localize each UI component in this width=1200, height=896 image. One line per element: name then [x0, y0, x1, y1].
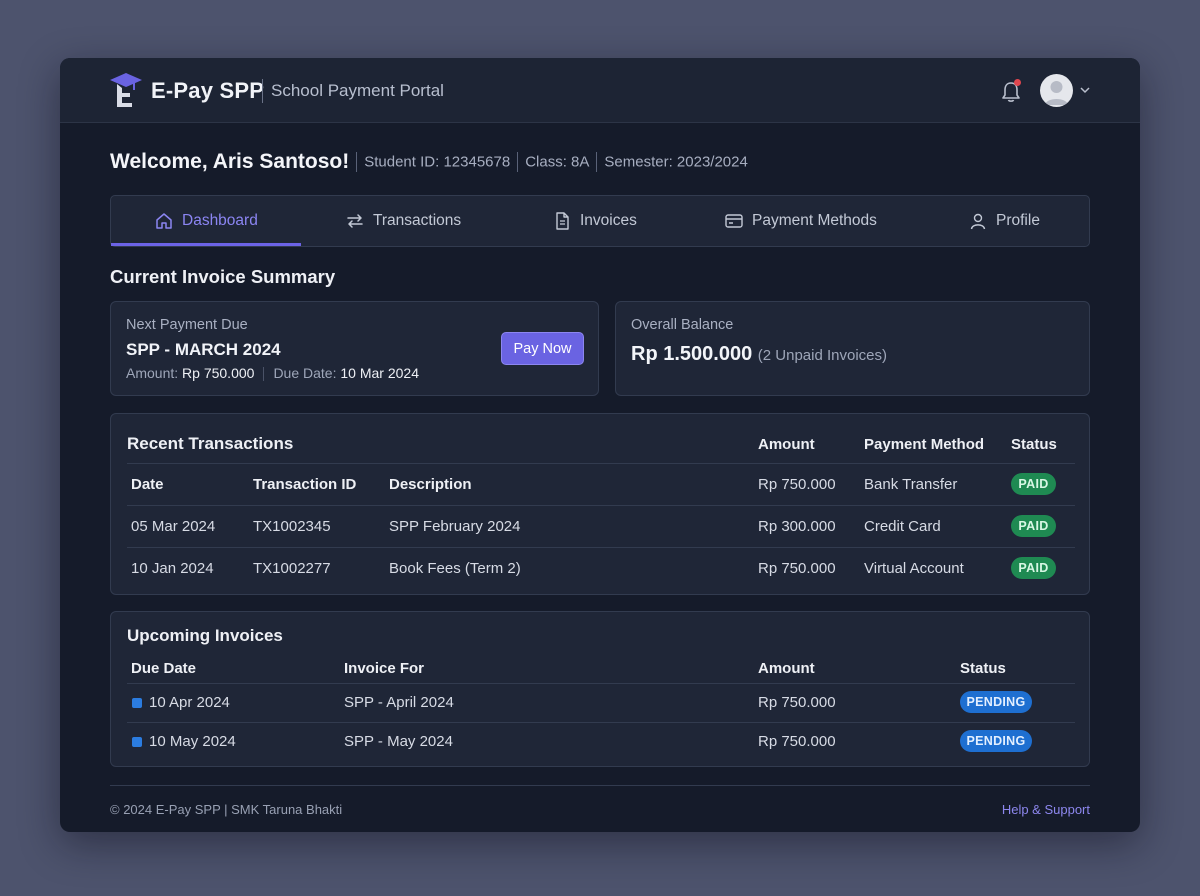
divider: [127, 463, 1075, 464]
amount-cell: Rp 750.000: [758, 694, 836, 711]
upcoming-invoices-title: Upcoming Invoices: [127, 626, 283, 645]
card-icon: [725, 214, 743, 228]
info-divider: [263, 367, 265, 382]
column-header-invoice-for: Invoice For: [344, 660, 425, 677]
tab-dashboard[interactable]: Dashboard: [154, 196, 258, 246]
transaction-id-cell: TX1002345: [253, 518, 331, 535]
pending-marker-icon: [132, 698, 142, 708]
tab-label: Transactions: [373, 212, 462, 229]
divider: [127, 722, 1075, 723]
next-payment-title: SPP - MARCH 2024: [126, 340, 281, 359]
brand-name: E-Pay SPP: [151, 78, 265, 103]
brand-subtitle: School Payment Portal: [271, 81, 444, 100]
column-header-status: Status: [1011, 436, 1057, 453]
status-badge: PAID: [1011, 473, 1056, 495]
column-header-description: Description: [389, 476, 472, 493]
status-badge: PAID: [1011, 515, 1056, 537]
footer-divider: [110, 785, 1090, 786]
due-date-cell: 10 Apr 2024: [149, 694, 230, 711]
column-header-date: Date: [131, 476, 164, 493]
amount-label: Amount:: [126, 365, 179, 381]
balance-label: Overall Balance: [631, 317, 734, 333]
due-date-label: Due Date:: [273, 365, 337, 381]
help-support-link[interactable]: Help & Support: [1002, 802, 1090, 817]
home-icon: [156, 213, 172, 229]
welcome-title: Welcome, Aris Santoso!: [110, 150, 350, 173]
student-class: Class: 8A: [525, 153, 590, 171]
balance-note: (2 Unpaid Invoices): [757, 347, 887, 364]
tab-transactions[interactable]: Transactions: [345, 196, 461, 246]
footer-copyright: © 2024 E-Pay SPP | SMK Taruna Bhakti: [110, 802, 343, 817]
divider: [127, 683, 1075, 684]
description-cell: SPP February 2024: [389, 518, 521, 535]
next-payment-card: Next Payment Due SPP - MARCH 2024 Amount…: [110, 301, 599, 396]
method-cell: Bank Transfer: [864, 476, 958, 493]
transaction-id-cell: TX1002277: [253, 560, 331, 577]
recent-transactions-card: Recent Transactions Amount Payment Metho…: [110, 413, 1090, 595]
pending-marker-icon: [132, 737, 142, 747]
active-tab-indicator: [111, 243, 301, 246]
due-date-cell: 10 May 2024: [149, 733, 236, 750]
balance-card: Overall Balance Rp 1.500.000 (2 Unpaid I…: [615, 301, 1090, 396]
recent-transactions-title: Recent Transactions: [127, 434, 294, 453]
tab-label: Payment Methods: [752, 212, 877, 229]
divider: [127, 547, 1075, 548]
column-header-transaction-id: Transaction ID: [253, 476, 357, 493]
notification-dot: [1014, 79, 1021, 86]
amount-cell: Rp 750.000: [758, 476, 836, 493]
meta-divider: [596, 152, 598, 172]
student-semester: Semester: 2023/2024: [604, 153, 748, 171]
meta-divider: [517, 152, 519, 172]
tab-label: Profile: [996, 212, 1040, 229]
method-cell: Credit Card: [864, 518, 941, 535]
amount-value: Rp 750.000: [182, 365, 255, 381]
tab-profile[interactable]: Profile: [968, 196, 1040, 246]
column-header-method: Payment Method: [864, 436, 985, 453]
date-cell: 05 Mar 2024: [131, 518, 216, 535]
tab-label: Invoices: [580, 212, 637, 229]
column-header-status: Status: [960, 660, 1006, 677]
summary-title: Current Invoice Summary: [110, 266, 336, 287]
status-badge: PENDING: [960, 691, 1032, 713]
divider: [127, 505, 1075, 506]
column-header-due-date: Due Date: [131, 660, 197, 677]
invoice-for-cell: SPP - May 2024: [344, 733, 453, 750]
welcome-bar: Welcome, Aris Santoso! Student ID: 123456…: [110, 150, 748, 174]
status-badge: PENDING: [960, 730, 1032, 752]
document-icon: [556, 212, 569, 230]
student-id: Student ID: 12345678: [364, 153, 511, 171]
tab-invoices[interactable]: Invoices: [552, 196, 637, 246]
status-badge: PAID: [1011, 557, 1056, 579]
graduation-cap-logo-icon: [110, 73, 142, 107]
column-header-amount: Amount: [758, 436, 815, 453]
brand-divider: [262, 79, 263, 103]
avatar[interactable]: [1040, 74, 1073, 107]
due-date-value: 10 Mar 2024: [340, 365, 419, 381]
chevron-down-icon[interactable]: [1079, 84, 1091, 96]
pay-now-button[interactable]: Pay Now: [501, 332, 584, 365]
nav-tabs: Dashboard Transactions Invoices Payment …: [110, 195, 1090, 247]
balance-value-row: Rp 1.500.000 (2 Unpaid Invoices): [631, 343, 887, 366]
next-payment-label: Next Payment Due: [126, 317, 248, 333]
amount-cell: Rp 300.000: [758, 518, 836, 535]
balance-value: Rp 1.500.000: [631, 343, 753, 365]
top-bar: E-Pay SPP School Payment Portal: [60, 58, 1140, 123]
method-cell: Virtual Account: [864, 560, 964, 577]
meta-divider: [356, 152, 358, 172]
amount-cell: Rp 750.000: [758, 733, 836, 750]
amount-cell: Rp 750.000: [758, 560, 836, 577]
date-cell: 10 Jan 2024: [131, 560, 214, 577]
column-header-amount: Amount: [758, 660, 815, 677]
user-icon: [970, 213, 986, 230]
app-window: E-Pay SPP School Payment Portal Welcome,…: [60, 58, 1140, 832]
swap-icon: [347, 214, 363, 228]
description-cell: Book Fees (Term 2): [389, 560, 521, 577]
tab-label: Dashboard: [182, 212, 258, 229]
user-avatar-icon: [1045, 81, 1068, 105]
invoice-for-cell: SPP - April 2024: [344, 694, 454, 711]
next-payment-info: Amount: Rp 750.000 Due Date: 10 Mar 2024: [126, 365, 419, 382]
upcoming-invoices-card: Upcoming Invoices Due Date Invoice For A…: [110, 611, 1090, 767]
tab-payment-methods[interactable]: Payment Methods: [724, 196, 877, 246]
